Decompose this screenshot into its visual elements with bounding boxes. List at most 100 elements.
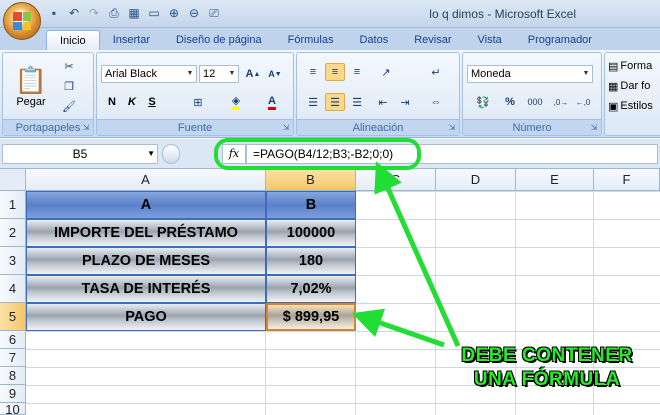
conditional-format-button[interactable]: ▤ Forma (607, 57, 660, 75)
column-header-d[interactable]: D (436, 169, 516, 191)
cell-styles-button[interactable]: ▣ Estilos (607, 97, 660, 115)
annotation-text: DEBE CONTENER UNA FÓRMULA (434, 344, 660, 406)
merge-icon: ⇔ (430, 96, 442, 108)
font-color-icon: A (268, 95, 276, 110)
format-as-table-button[interactable]: ▦ Dar fo (607, 77, 660, 95)
underline-button[interactable]: S (143, 93, 161, 111)
align-left-icon: ☰ (308, 96, 318, 109)
wrap-text-button[interactable]: ↵ (423, 63, 449, 81)
annotation-line-2: UNA FÓRMULA (473, 369, 621, 390)
tab-diseno-de-pagina[interactable]: Diseño de página (163, 30, 275, 50)
increase-indent-button[interactable]: ⇥ (395, 93, 415, 111)
tab-datos[interactable]: Datos (346, 30, 401, 50)
decrease-indent-button[interactable]: ⇤ (373, 93, 393, 111)
tab-vista[interactable]: Vista (465, 30, 515, 50)
row-header-3[interactable]: 3 (0, 247, 26, 275)
font-launcher-icon[interactable]: ⇲ (281, 123, 291, 133)
cell-b1[interactable]: B (266, 191, 356, 219)
row-header-9[interactable]: 9 (0, 385, 26, 403)
tab-programador[interactable]: Programador (515, 30, 605, 50)
row-header-4[interactable]: 4 (0, 275, 26, 303)
format-painter-button[interactable]: 🖌 (59, 97, 79, 115)
row-header-8[interactable]: 8 (0, 367, 26, 385)
cell-b4[interactable]: 7,02% (266, 275, 356, 303)
column-header-a[interactable]: A (26, 169, 266, 191)
column-header-f[interactable]: F (594, 169, 660, 191)
select-all-button[interactable] (0, 169, 26, 191)
cell-b2[interactable]: 100000 (266, 219, 356, 247)
cell-a2[interactable]: IMPORTE DEL PRÉSTAMO (26, 219, 266, 247)
percent-button[interactable]: % (501, 93, 519, 111)
cell-a4[interactable]: TASA DE INTERÉS (26, 275, 266, 303)
office-button[interactable] (3, 2, 41, 40)
indent-icon: ⇥ (400, 96, 410, 109)
styles-item-0: Forma (620, 60, 653, 72)
align-bottom-button[interactable]: ≡ (347, 63, 367, 81)
cell-a5[interactable]: PAGO (26, 303, 266, 331)
cell-b3[interactable]: 180 (266, 247, 356, 275)
cell-a1[interactable]: A (26, 191, 266, 219)
font-name-combo[interactable]: Arial Black ▼ (101, 65, 197, 83)
copy-button[interactable]: ❐ (59, 77, 79, 95)
tab-formulas[interactable]: Fórmulas (275, 30, 347, 50)
thousands-button[interactable]: 000 (523, 93, 547, 111)
row-header-1[interactable]: 1 (0, 191, 26, 219)
ribbon-tabs: Inicio Insertar Diseño de página Fórmula… (0, 28, 660, 50)
styles-item-2: Estilos (620, 100, 653, 112)
orientation-button[interactable]: ↗ (373, 63, 399, 81)
shrink-font-button[interactable]: A ▼ (265, 65, 285, 83)
grow-font-button[interactable]: A ▲ (243, 65, 263, 83)
name-box[interactable]: B5 ▼ (2, 144, 158, 164)
currency-icon: 💱 (476, 96, 490, 109)
decrease-decimal-button[interactable]: ←,0 (573, 93, 593, 111)
font-group-label: Fuente (97, 119, 293, 135)
cell-a3[interactable]: PLAZO DE MESES (26, 247, 266, 275)
cut-button[interactable]: ✂ (59, 57, 79, 75)
alignment-group: ≡ ≡ ≡ ↗ ↵ ☰ ☰ ☰ ⇤ ⇥ ⇔ Alineación ⇲ (296, 52, 460, 136)
table-format-icon: ▦ (608, 80, 619, 93)
align-left-button[interactable]: ☰ (303, 93, 323, 111)
bold-button[interactable]: N (103, 93, 121, 111)
align-middle-button[interactable]: ≡ (325, 63, 345, 81)
align-right-button[interactable]: ☰ (347, 93, 367, 111)
tab-revisar[interactable]: Revisar (401, 30, 464, 50)
increase-decimal-button[interactable]: ,0→ (551, 93, 571, 111)
row-header-7[interactable]: 7 (0, 349, 26, 367)
row-header-2[interactable]: 2 (0, 219, 26, 247)
paste-label: Pegar (16, 95, 46, 108)
currency-button[interactable]: 💱 (469, 93, 497, 111)
cell-b5-active[interactable]: $ 899,95 (266, 303, 356, 331)
name-box-value: B5 (72, 147, 88, 161)
wrap-text-icon: ↵ (431, 66, 441, 79)
align-top-button[interactable]: ≡ (303, 63, 323, 81)
borders-icon: ⊞ (193, 96, 203, 109)
row-header-6[interactable]: 6 (0, 331, 26, 349)
column-header-e[interactable]: E (516, 169, 594, 191)
alignment-group-label: Alineación (297, 119, 459, 135)
fill-color-button[interactable]: ◈ (221, 93, 251, 111)
decrease-decimal-icon: ←,0 (575, 97, 591, 107)
align-right-icon: ☰ (352, 96, 362, 109)
tab-insertar[interactable]: Insertar (100, 30, 163, 50)
number-launcher-icon[interactable]: ⇲ (589, 123, 599, 133)
tab-inicio[interactable]: Inicio (46, 30, 100, 50)
row-header-10[interactable]: 10 (0, 403, 26, 415)
clipboard-launcher-icon[interactable]: ⇲ (81, 123, 91, 133)
italic-button[interactable]: K (123, 93, 141, 111)
align-center-button[interactable]: ☰ (325, 93, 345, 111)
font-color-button[interactable]: A (257, 93, 287, 111)
column-header-b[interactable]: B (266, 169, 356, 191)
number-format-combo[interactable]: Moneda ▼ (467, 65, 593, 83)
column-header-c[interactable]: C (356, 169, 436, 191)
merge-center-button[interactable]: ⇔ (423, 93, 449, 111)
alignment-launcher-icon[interactable]: ⇲ (447, 123, 457, 133)
formula-highlight-ring (214, 138, 421, 170)
paste-button[interactable]: 📋 Pegar (9, 55, 53, 117)
align-middle-icon: ≡ (331, 66, 339, 78)
formula-bar-divider[interactable] (162, 144, 180, 164)
borders-button[interactable]: ⊞ (183, 93, 213, 111)
font-size-combo[interactable]: 12 ▼ (199, 65, 239, 83)
styles-item-1: Dar fo (620, 80, 651, 92)
row-header-5[interactable]: 5 (0, 303, 26, 331)
number-group: Moneda ▼ 💱 % 000 ,0→ ←,0 Número ⇲ (462, 52, 602, 136)
